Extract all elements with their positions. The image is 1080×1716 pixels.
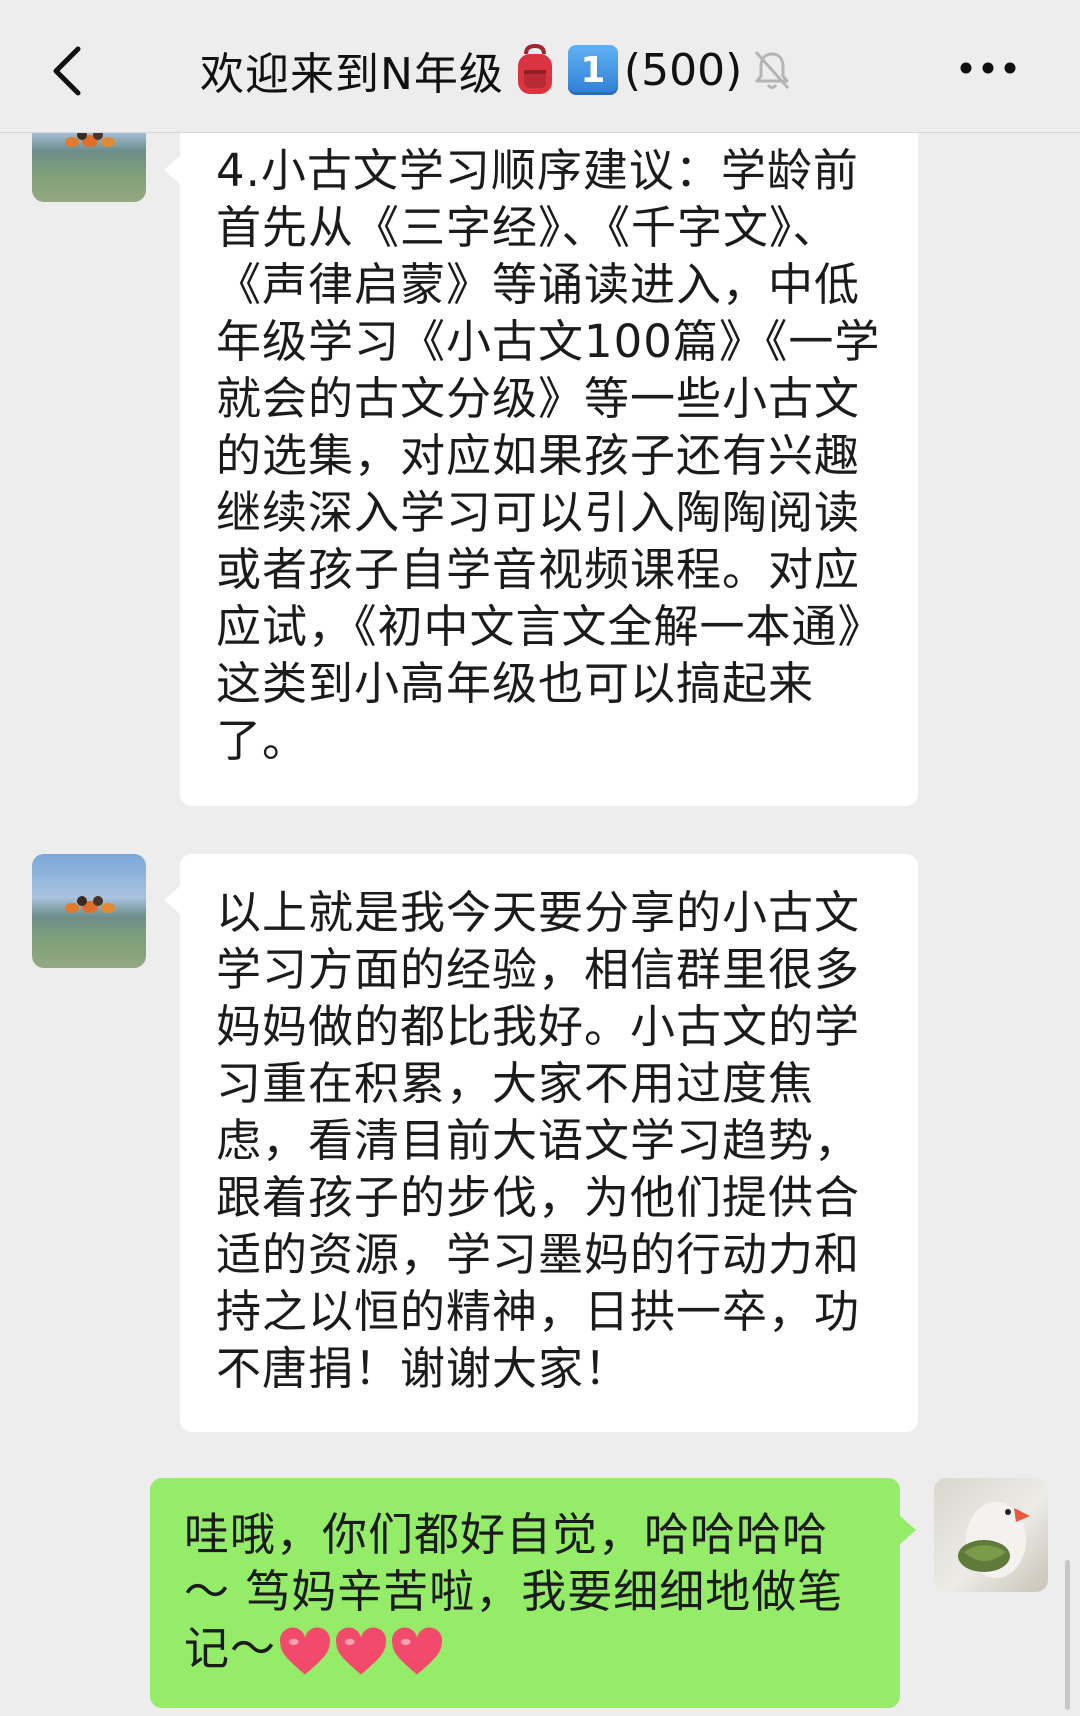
heart-icon (391, 1627, 443, 1675)
message-bubble[interactable]: 以上就是我今天要分享的小古文学习方面的经验，相信群里很多妈妈做的都比我好。小古文… (164, 854, 918, 1432)
chat-screen: 4.小古文学习顺序建议：学龄前首先从《三字经》、《千字文》、《声律启蒙》等诵读进… (0, 0, 1080, 1716)
hearts (276, 1622, 444, 1675)
bubble-tail (164, 886, 180, 914)
bubble-tail (164, 156, 180, 184)
message-bubble-self[interactable]: 哇哦，你们都好自觉，哈哈哈哈～ 笃妈辛苦啦，我要细细地做笔记～ (150, 1478, 916, 1708)
message-list[interactable]: 4.小古文学习顺序建议：学龄前首先从《三字经》、《千字文》、《声律启蒙》等诵读进… (0, 0, 1080, 1716)
heart-icon (335, 1627, 387, 1675)
avatar-photo (65, 896, 115, 913)
bubble-tail (900, 1516, 916, 1544)
message-text: 4.小古文学习顺序建议：学龄前首先从《三字经》、《千字文》、《声律启蒙》等诵读进… (216, 144, 884, 767)
member-count: (500) (623, 44, 743, 96)
self-avatar[interactable] (934, 1478, 1048, 1592)
more-button[interactable] (948, 48, 1028, 88)
bell-slash-icon (752, 48, 792, 92)
heart-icon (279, 1627, 331, 1675)
chat-title: 欢迎来到N年级 1 (500) (200, 30, 900, 110)
nav-bar: 欢迎来到N年级 1 (500) (0, 0, 1080, 133)
message-text: 以上就是我今天要分享的小古文学习方面的经验，相信群里很多妈妈做的都比我好。小古文… (216, 886, 861, 1395)
more-dots-icon (960, 62, 1016, 74)
scrollbar[interactable] (1065, 1560, 1070, 1710)
chevron-left-icon (53, 46, 81, 96)
sender-avatar[interactable] (32, 854, 146, 968)
message-bubble[interactable]: 4.小古文学习顺序建议：学龄前首先从《三字经》、《千字文》、《声律启蒙》等诵读进… (164, 124, 918, 806)
number-badge: 1 (567, 45, 618, 95)
avatar-photo (958, 1502, 1030, 1578)
group-name: 欢迎来到N年级 (200, 49, 504, 100)
message-text: 哇哦，你们都好自觉，哈哈哈哈～ 笃妈辛苦啦，我要细细地做笔记～ (184, 1506, 870, 1677)
back-button[interactable] (36, 36, 96, 106)
backpack-icon (517, 44, 552, 94)
